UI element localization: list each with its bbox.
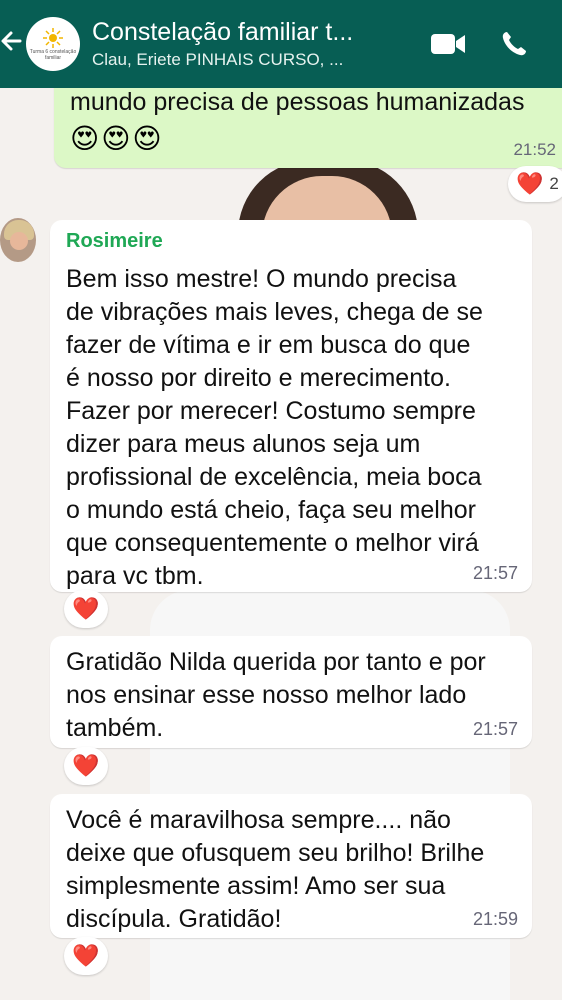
sender-name[interactable]: Rosimeire xyxy=(66,230,516,253)
incoming-message-time: 21:57 xyxy=(472,563,518,583)
arrow-left-icon[interactable] xyxy=(0,26,22,62)
outgoing-message-time: 21:52 xyxy=(513,140,556,159)
chat-participants: Clau, Eriete PINHAIS CURSO, ... xyxy=(92,50,344,69)
incoming-message-time: 21:57 xyxy=(472,719,518,739)
heart-icon: ❤️ xyxy=(72,753,100,778)
sender-avatar[interactable] xyxy=(0,218,36,262)
group-avatar[interactable]: Turma 6 constelação familiar xyxy=(26,17,80,71)
incoming-message-text: Você é maravilhosa sempre.... não deixe … xyxy=(66,806,485,933)
heart-icon: ❤️ xyxy=(516,171,544,196)
outgoing-message-text: mundo precisa de pessoas humanizadas xyxy=(70,88,525,116)
message-reaction[interactable]: ❤️ xyxy=(64,937,108,975)
heart-icon: ❤️ xyxy=(72,596,100,621)
chat-header-info[interactable]: Constelação familiar t... Clau, Eriete P… xyxy=(92,18,412,70)
group-avatar-caption: Turma 6 constelação familiar xyxy=(29,49,77,61)
chat-messages[interactable]: mundo precisa de pessoas humanizadas 😍😍😍… xyxy=(0,0,562,1000)
phone-call-icon[interactable] xyxy=(500,30,528,58)
sun-logo-icon xyxy=(43,28,63,48)
incoming-message[interactable]: Rosimeire Bem isso mestre! O mundo preci… xyxy=(50,220,532,592)
incoming-message-time: 21:59 xyxy=(472,909,518,929)
video-call-icon[interactable] xyxy=(430,32,466,56)
outgoing-message-emoji: 😍😍😍 xyxy=(70,123,164,154)
incoming-message[interactable]: Gratidão Nilda querida por tanto e por n… xyxy=(50,636,532,748)
message-reaction[interactable]: ❤️ xyxy=(64,747,108,785)
outgoing-reaction[interactable]: ❤️ 2 xyxy=(508,166,562,202)
chat-header: Turma 6 constelação familiar Constelação… xyxy=(0,0,562,88)
reaction-count: 2 xyxy=(549,174,559,193)
incoming-message[interactable]: Você é maravilhosa sempre.... não deixe … xyxy=(50,794,532,938)
heart-icon: ❤️ xyxy=(72,943,100,968)
header-actions xyxy=(430,30,528,58)
message-reaction[interactable]: ❤️ xyxy=(64,590,108,628)
incoming-message-text: Gratidão Nilda querida por tanto e por n… xyxy=(66,648,486,742)
incoming-message-text: Bem isso mestre! O mundo precisa de vibr… xyxy=(66,265,483,590)
chat-title: Constelação familiar t... xyxy=(92,18,354,46)
